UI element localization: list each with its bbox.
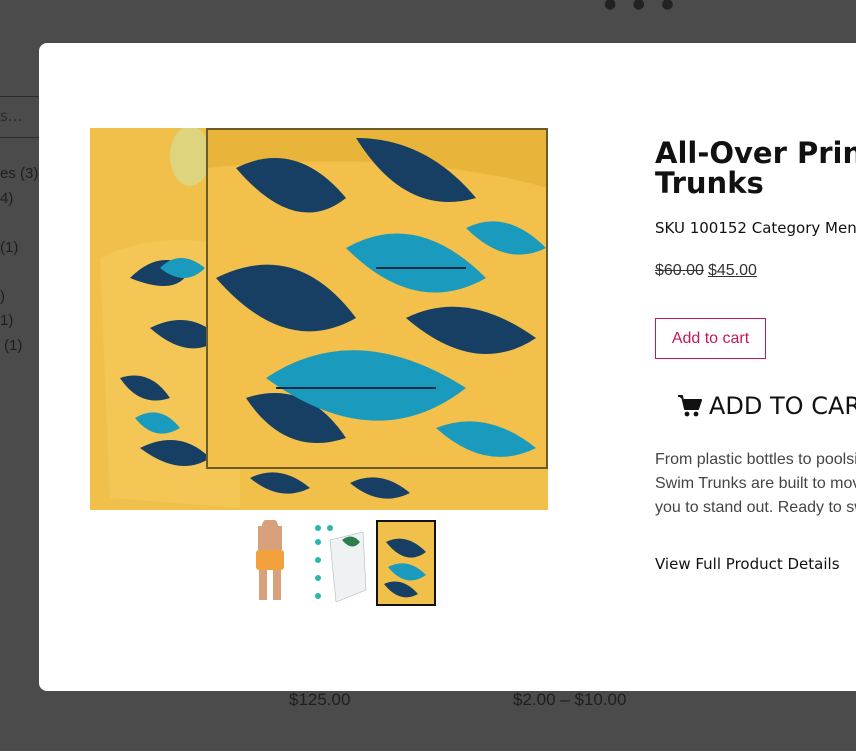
category-count: ) [0, 288, 5, 305]
carousel-dots: ● ● ● [604, 0, 680, 12]
product-description: From plastic bottles to poolsi Swim Trun… [655, 448, 856, 520]
sale-price: $45.00 [707, 262, 757, 279]
background-search-input: s... [0, 96, 40, 138]
zoom-lens[interactable] [206, 128, 548, 469]
category-count: 1) [0, 312, 14, 329]
regular-price: $60.00 [655, 262, 704, 279]
category-count: 4) [0, 190, 14, 207]
view-full-details-link[interactable]: View Full Product Details [655, 555, 840, 573]
product-price: $60.00 $45.00 [655, 262, 757, 280]
description-line: you to stand out. Ready to sw [655, 499, 856, 516]
thumbnail-model[interactable] [240, 520, 300, 606]
description-line: Swim Trunks are built to mov [655, 475, 856, 492]
trunks-size-chart-thumbnail [315, 525, 367, 603]
thumbnail-strip [240, 520, 436, 606]
category-count: (1) [0, 239, 19, 256]
thumbnail-size-chart[interactable] [308, 520, 368, 606]
product-sku-category: SKU 100152 Category Men's [655, 219, 856, 237]
add-to-cart-button[interactable]: Add to cart [655, 318, 766, 359]
model-wearing-trunks-thumbnail [256, 520, 284, 600]
background-product-price: $2.00 – $10.00 [513, 690, 627, 709]
shopping-cart-icon [678, 395, 702, 417]
add-to-cart-large-button[interactable]: ADD TO CAR [677, 386, 856, 426]
add-to-cart-large-label: ADD TO CAR [709, 392, 856, 420]
description-line: From plastic bottles to poolsi [655, 451, 856, 468]
leaf-print-fabric-thumbnail [378, 522, 434, 604]
product-title: All-Over Print Trunks [655, 136, 856, 200]
category-count: (1) [4, 337, 23, 354]
category-count: es (3) [0, 165, 39, 182]
thumbnail-fabric[interactable] [376, 520, 436, 606]
quick-view-modal: All-Over Print Trunks SKU 100152 Categor… [39, 43, 856, 691]
product-image-gallery[interactable] [90, 128, 548, 510]
background-product-price: $125.00 [289, 690, 351, 709]
